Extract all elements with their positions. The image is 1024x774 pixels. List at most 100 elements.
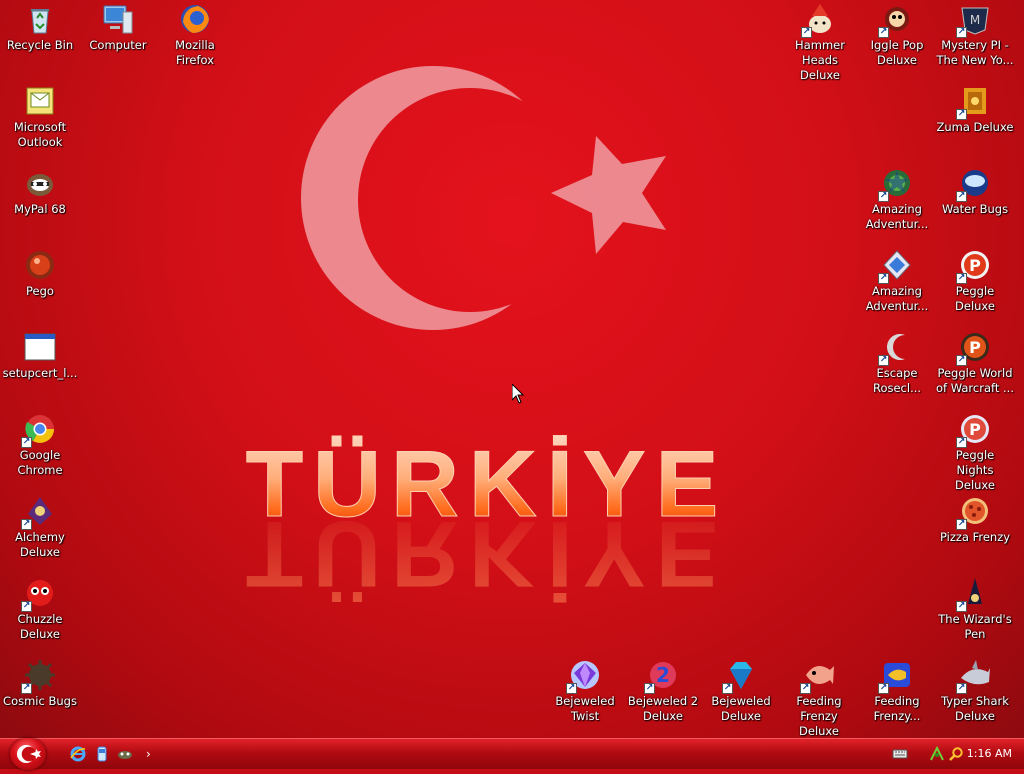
shortcut-arrow-icon: ↗ [21, 683, 32, 694]
desktop-icon-mypal[interactable]: MyPal 68 [1, 166, 79, 217]
desktop[interactable]: TÜRKİYE TÜRKİYE Recycle Bin Computer Mozil… [0, 0, 1024, 738]
chrome-icon: ↗ [21, 412, 57, 448]
pizza-frenzy-icon: ↗ [956, 494, 992, 530]
desktop-icon-window[interactable]: setupcert_l... [1, 330, 79, 381]
game-icon[interactable] [117, 746, 133, 762]
svg-text:2: 2 [656, 663, 670, 687]
shortcut-arrow-icon: ↗ [644, 683, 655, 694]
quick-launch-chevron-icon[interactable]: › [146, 746, 156, 762]
hammer-heads-icon: ↗ [801, 2, 837, 38]
desktop-icon-feeding-frenzy[interactable]: ↗ Feeding Frenzy Deluxe [780, 658, 858, 738]
desktop-icon-label: Microsoft Outlook [13, 120, 67, 149]
network-icon[interactable] [929, 746, 945, 762]
shortcut-arrow-icon: ↗ [956, 519, 967, 530]
shortcut-arrow-icon: ↗ [956, 27, 967, 38]
keyboard-icon[interactable] [892, 746, 908, 762]
shortcut-arrow-icon: ↗ [956, 683, 967, 694]
desktop-icon-peggle[interactable]: P ↗ Peggle Deluxe [936, 248, 1014, 314]
desktop-icon-outlook[interactable]: Microsoft Outlook [1, 84, 79, 150]
desktop-icon-label: Escape Rosecl... [872, 366, 922, 395]
feeding-frenzy-icon: ↗ [800, 658, 836, 694]
desktop-icon-chuzzle[interactable]: ↗ Chuzzle Deluxe [1, 576, 79, 642]
peggle-nights-icon: P ↗ [956, 412, 992, 448]
svg-text:P: P [969, 256, 981, 275]
wizards-pen-icon: ↗ [956, 576, 992, 612]
window-icon [23, 330, 57, 364]
shortcut-arrow-icon: ↗ [566, 683, 577, 694]
desktop-icon-label: Iggle Pop Deluxe [870, 38, 924, 67]
desktop-icon-label: Bejeweled 2 Deluxe [627, 694, 699, 723]
desktop-icon-feeding-frenzy-2[interactable]: ↗ Feeding Frenzy... [858, 658, 936, 724]
desktop-icon-label: Pizza Frenzy [939, 530, 1011, 544]
desktop-icon-chrome[interactable]: ↗ Google Chrome [1, 412, 79, 478]
search-icon[interactable] [948, 746, 964, 762]
desktop-icon-amazing-adventures[interactable]: ↗ Amazing Adventur... [858, 166, 936, 232]
desktop-icon-bejeweled[interactable]: ↗ Bejeweled Deluxe [702, 658, 780, 724]
shortcut-arrow-icon: ↗ [722, 683, 733, 694]
desktop-icon-wizards-pen[interactable]: ↗ The Wizard's Pen [936, 576, 1014, 642]
desktop-icon-peggle-nights[interactable]: P ↗ Peggle Nights Deluxe [936, 412, 1014, 493]
shortcut-arrow-icon: ↗ [878, 191, 889, 202]
desktop-icon-pizza-frenzy[interactable]: ↗ Pizza Frenzy [936, 494, 1014, 545]
desktop-icon-amazing-adventures-2[interactable]: ↗ Amazing Adventur... [858, 248, 936, 314]
desktop-icon-label: Zuma Deluxe [936, 120, 1014, 134]
desktop-icon-pego[interactable]: Pego [1, 248, 79, 299]
clock[interactable]: 1:16 AM [967, 747, 1012, 760]
desktop-icon-computer[interactable]: Computer [79, 2, 157, 53]
peggle-wow-icon: P ↗ [956, 330, 992, 366]
shortcut-arrow-icon: ↗ [21, 601, 32, 612]
cosmic-bugs-icon: ↗ [21, 658, 57, 694]
desktop-icon-water-bugs[interactable]: ↗ Water Bugs [936, 166, 1014, 217]
explorer-icon[interactable] [94, 746, 110, 762]
desktop-icon-label: Typer Shark Deluxe [941, 694, 1009, 723]
star-emblem [551, 136, 666, 254]
desktop-icon-alchemy[interactable]: ↗ Alchemy Deluxe [1, 494, 79, 560]
recycle-bin-icon [23, 2, 57, 36]
desktop-icon-label: Recycle Bin [6, 38, 74, 52]
desktop-icon-iggle-pop[interactable]: ↗ Iggle Pop Deluxe [858, 2, 936, 68]
desktop-icon-bejeweled-twist[interactable]: ↗ Bejeweled Twist [546, 658, 624, 724]
outlook-icon [23, 84, 57, 118]
desktop-icon-label: Computer [89, 38, 147, 52]
shortcut-arrow-icon: ↗ [956, 437, 967, 448]
desktop-icon-hammer-heads[interactable]: ↗ Hammer Heads Deluxe [781, 2, 859, 83]
desktop-icon-escape-rosecliff[interactable]: ↗ Escape Rosecl... [858, 330, 936, 396]
bejeweled-icon: ↗ [722, 658, 758, 694]
shortcut-arrow-icon: ↗ [801, 27, 812, 38]
desktop-icon-label: Pego [26, 284, 54, 298]
desktop-icon-label: Peggle World of Warcraft ... [936, 366, 1014, 395]
desktop-icon-mystery-pi[interactable]: M ↗ Mystery PI - The New Yo... [936, 2, 1014, 68]
water-bugs-icon: ↗ [956, 166, 992, 202]
desktop-icon-label: The Wizard's Pen [938, 612, 1012, 641]
shortcut-arrow-icon: ↗ [21, 437, 32, 448]
desktop-icon-label: Mystery PI - The New Yo... [936, 38, 1014, 67]
desktop-icon-label: Bejeweled Deluxe [711, 694, 771, 723]
desktop-icon-typer-shark[interactable]: ↗ Typer Shark Deluxe [936, 658, 1014, 724]
desktop-icon-zuma[interactable]: ↗ Zuma Deluxe [936, 84, 1014, 135]
zuma-icon: ↗ [956, 84, 992, 120]
amazing-adventures-icon: ↗ [878, 166, 914, 202]
firefox-icon [178, 2, 212, 36]
mystery-pi-icon: M ↗ [956, 2, 992, 38]
internet-explorer-icon[interactable] [70, 746, 86, 762]
desktop-icon-label: Amazing Adventur... [865, 284, 929, 313]
desktop-icon-bejeweled-2[interactable]: 2 ↗ Bejeweled 2 Deluxe [624, 658, 702, 724]
computer-icon [101, 2, 135, 36]
desktop-icon-label: Hammer Heads Deluxe [795, 38, 845, 82]
shortcut-arrow-icon: ↗ [956, 191, 967, 202]
desktop-icon-firefox[interactable]: Mozilla Firefox [156, 2, 234, 68]
shortcut-arrow-icon: ↗ [956, 601, 967, 612]
shortcut-arrow-icon: ↗ [878, 355, 889, 366]
feeding-frenzy-2-icon: ↗ [878, 658, 914, 694]
desktop-icon-cosmic-bugs[interactable]: ↗ Cosmic Bugs [1, 658, 79, 709]
desktop-icon-label: Bejeweled Twist [555, 694, 615, 723]
desktop-icon-recycle-bin[interactable]: Recycle Bin [1, 2, 79, 53]
desktop-icon-peggle-wow[interactable]: P ↗ Peggle World of Warcraft ... [936, 330, 1014, 396]
shortcut-arrow-icon: ↗ [956, 355, 967, 366]
shortcut-arrow-icon: ↗ [800, 683, 811, 694]
shortcut-arrow-icon: ↗ [878, 27, 889, 38]
desktop-icon-label: Feeding Frenzy Deluxe [796, 694, 842, 738]
start-button[interactable] [10, 738, 46, 770]
escape-rosecliff-icon: ↗ [878, 330, 914, 366]
shortcut-arrow-icon: ↗ [878, 683, 889, 694]
